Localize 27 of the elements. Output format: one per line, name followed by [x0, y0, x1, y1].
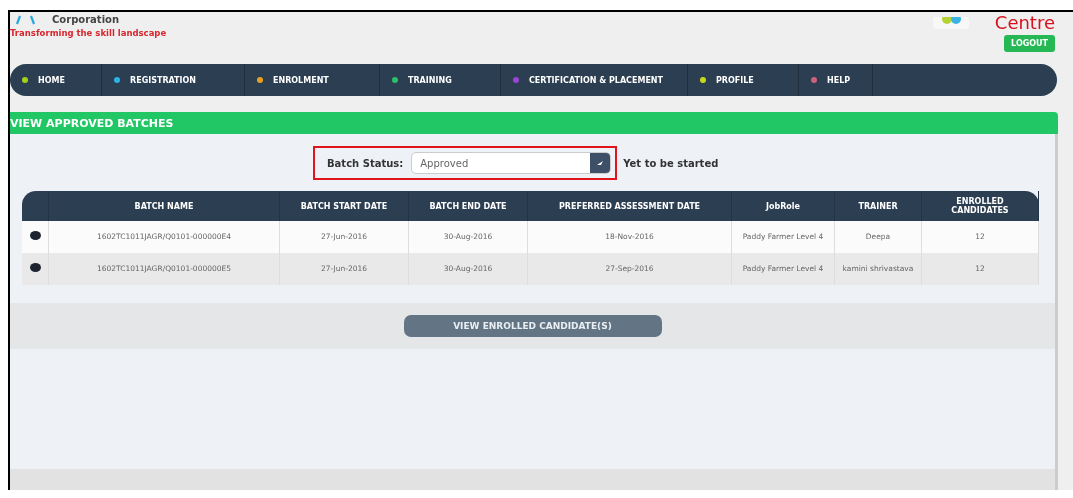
column-header: BATCH END DATE: [408, 191, 528, 221]
nav-item[interactable]: REGISTRATION: [102, 64, 245, 96]
organization-name: Corporation: [52, 14, 120, 25]
brand-title: Centre: [994, 12, 1055, 34]
dropdown-caret-icon: [590, 153, 611, 173]
status-note: Yet to be started: [623, 157, 719, 169]
column-header: ENROLLED CANDIDATES: [921, 191, 1039, 221]
status-dropdown[interactable]: Approved: [411, 152, 612, 174]
section-header: VIEW APPROVED BATCHES: [10, 112, 1058, 134]
nav-item[interactable]: HOME: [10, 64, 102, 96]
radio-button[interactable]: [29, 231, 41, 240]
column-header: TRAINER: [834, 191, 922, 221]
column-header: BATCH START DATE: [279, 191, 409, 221]
logo-icon: [932, 17, 969, 29]
nav-item[interactable]: ENROLMENT: [245, 64, 380, 96]
nav-item[interactable]: HELP: [799, 64, 873, 96]
radio-button[interactable]: [29, 263, 41, 272]
nav-item[interactable]: CERTIFICATION & PLACEMENT: [501, 64, 688, 96]
nav-item[interactable]: PROFILE: [688, 64, 799, 96]
view-enrolled-button[interactable]: VIEW ENROLLED CANDIDATE(S): [403, 315, 662, 337]
tagline: Transforming the skill landscape: [10, 28, 167, 38]
logo-icon: [14, 14, 38, 25]
column-header: BATCH NAME: [48, 191, 280, 221]
filter-label: Batch Status:: [327, 157, 404, 169]
column-header: PREFERRED ASSESSMENT DATE: [527, 191, 732, 221]
column-header: JobRole: [731, 191, 835, 221]
nav-item[interactable]: TRAINING: [380, 64, 501, 96]
